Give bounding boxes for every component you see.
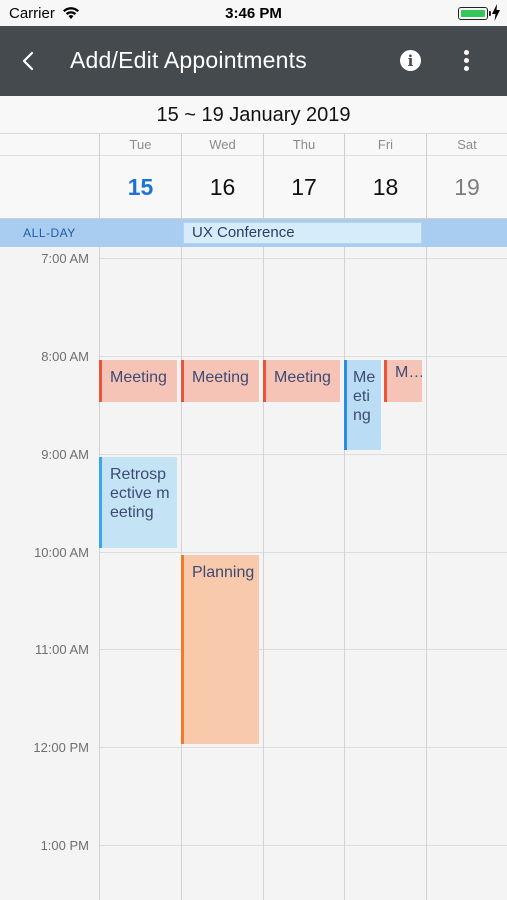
page-title: Add/Edit Appointments [70,47,307,73]
appointment-meeting-fri-second[interactable]: M… [384,360,422,402]
status-time: 3:46 PM [225,5,282,22]
calendar-screen: Carrier 3:46 PM Add/Edit Appointments i … [0,0,507,900]
day-number: 16 [209,174,236,200]
day-header: Tue 15 Wed 16 Thu 17 Fri 18 Sat 19 [0,134,507,219]
time-label: 12:00 PM [33,740,89,755]
appointment-meeting-wed[interactable]: Meeting [181,360,259,402]
date-range-title: 15 ~ 19 January 2019 [0,96,507,134]
time-label: 7:00 AM [41,251,89,266]
time-label: 1:00 PM [40,838,89,853]
info-icon[interactable]: i [400,50,421,71]
all-day-event-ux-conference[interactable]: UX Conference [183,222,422,244]
time-label: 8:00 AM [41,349,89,364]
day-column-thu[interactable]: Thu 17 [263,134,344,219]
time-label: 11:00 AM [35,642,89,657]
appointment-retrospective-meeting[interactable]: Retrospective meeting [99,457,177,548]
all-day-label: ALL-DAY [23,226,76,240]
charging-bolt-icon [492,4,500,21]
appointment-meeting-thu[interactable]: Meeting [263,360,340,402]
battery-icon [458,7,491,20]
all-day-row: ALL-DAY UX Conference [0,219,507,247]
appointment-meeting-tue[interactable]: Meeting [99,360,177,402]
day-name: Sat [457,137,477,152]
day-column-fri[interactable]: Fri 18 [344,134,426,219]
day-name: Thu [292,137,316,152]
day-name: Wed [209,137,236,152]
day-number-today: 15 [127,174,154,200]
day-number: 18 [372,174,399,200]
time-label: 10:00 AM [34,545,89,560]
day-number: 19 [454,174,480,200]
day-column-wed[interactable]: Wed 16 [181,134,263,219]
status-bar: Carrier 3:46 PM [0,0,507,26]
appointment-planning[interactable]: Planning [181,555,259,744]
day-number: 17 [291,174,317,200]
time-grid[interactable]: 7:00 AM 8:00 AM 9:00 AM 10:00 AM 11:00 A… [0,247,507,900]
day-column-tue[interactable]: Tue 15 [99,134,181,219]
app-bar: Add/Edit Appointments i [0,26,507,96]
day-name: Tue [129,137,152,152]
appointment-meeting-fri[interactable]: Meeting [344,360,381,450]
back-arrow-icon[interactable] [16,48,42,74]
day-column-sat[interactable]: Sat 19 [426,134,507,219]
more-options-icon[interactable] [455,48,477,74]
day-name: Fri [377,137,394,152]
time-label: 9:00 AM [41,447,89,462]
